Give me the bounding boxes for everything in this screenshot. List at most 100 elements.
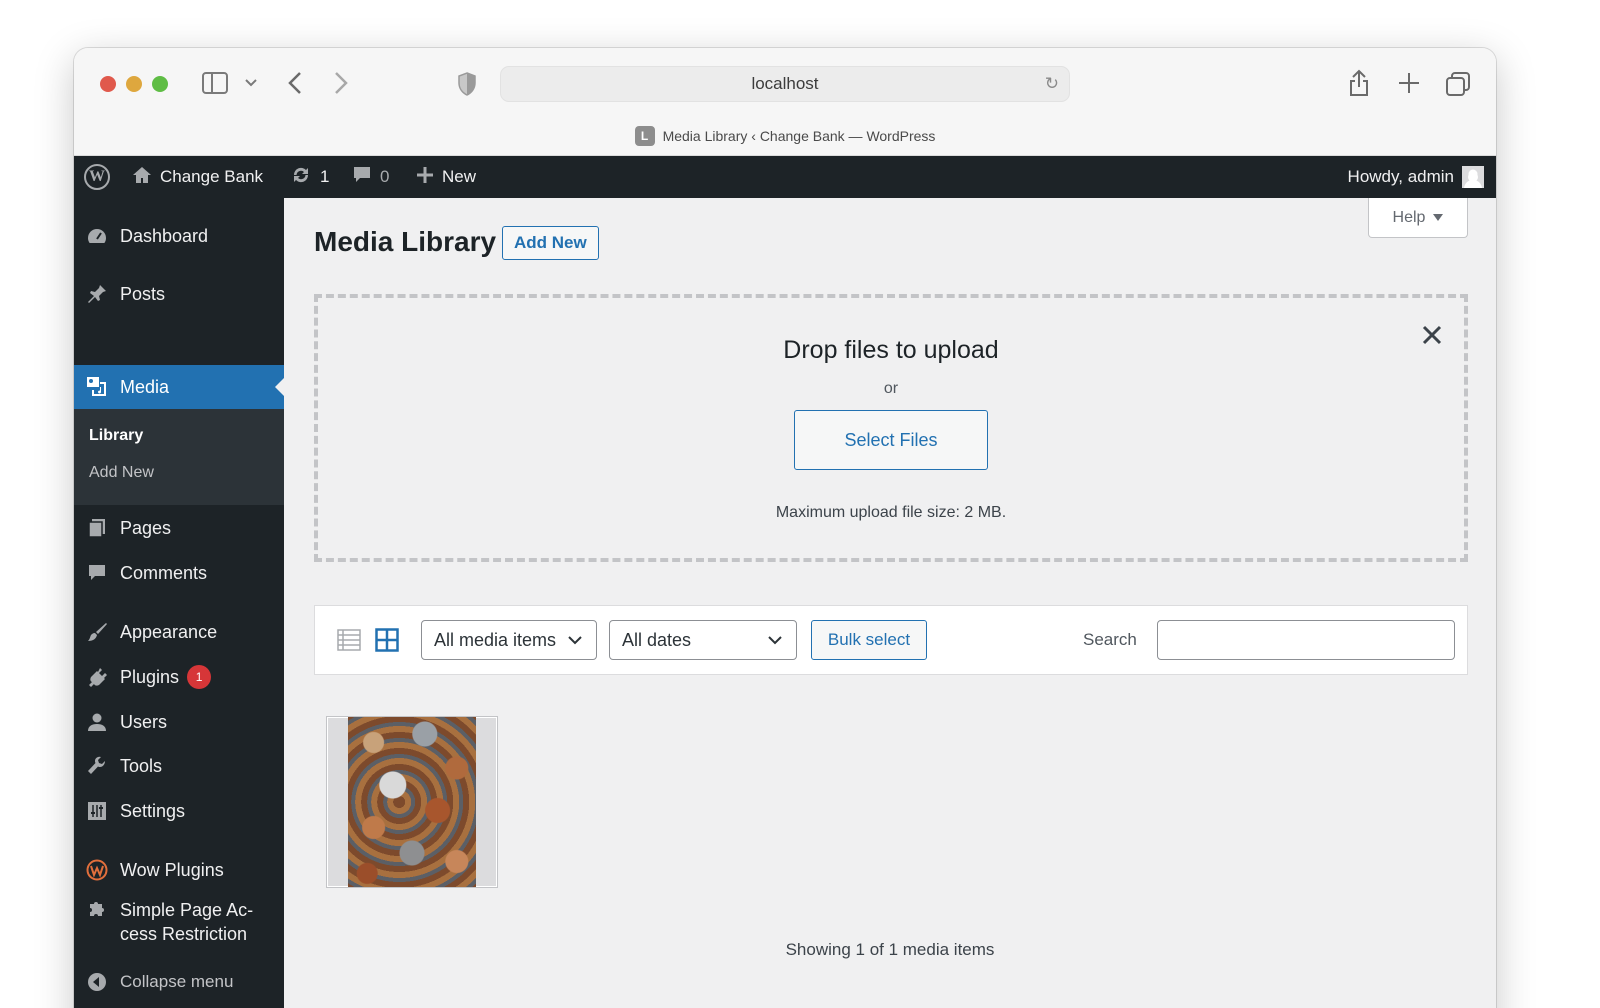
new-tab-icon[interactable] bbox=[1394, 66, 1424, 100]
address-bar[interactable]: localhost ↻ bbox=[500, 66, 1070, 102]
sidebar-label-users: Users bbox=[120, 711, 168, 732]
wordpress-logo-icon[interactable]: W bbox=[84, 156, 112, 198]
close-window-button[interactable] bbox=[100, 76, 116, 92]
chevron-down-icon bbox=[566, 631, 584, 649]
sidebar-item-dashboard[interactable]: Dashboard bbox=[74, 220, 284, 252]
grid-view-icon[interactable] bbox=[375, 628, 399, 652]
puzzle-icon bbox=[74, 898, 120, 920]
active-tab[interactable]: L Media Library ‹ Change Bank — WordPres… bbox=[74, 126, 1496, 146]
media-count-text: Showing 1 of 1 media items bbox=[785, 940, 995, 959]
browser-toolbar: localhost ↻ L Media Library ‹ Change Ban… bbox=[74, 48, 1496, 156]
sidebar-item-simple-page-access[interactable]: Simple Page Ac- cess Restriction bbox=[74, 898, 284, 948]
new-label: New bbox=[442, 167, 477, 186]
home-icon bbox=[132, 165, 152, 190]
pages-icon bbox=[74, 518, 120, 538]
media-thumbnail[interactable] bbox=[326, 716, 498, 888]
main-content: Media Library Add New Help Drop files to… bbox=[284, 198, 1496, 1008]
site-name-link[interactable]: Change Bank bbox=[132, 156, 263, 198]
sidebar-item-appearance[interactable]: Appearance bbox=[74, 616, 284, 648]
media-search-input[interactable] bbox=[1157, 620, 1455, 660]
select-files-button[interactable]: Select Files bbox=[794, 410, 988, 470]
list-view-icon[interactable] bbox=[337, 628, 361, 652]
sidebar-label-comments: Comments bbox=[120, 562, 208, 583]
sidebar-label-simple-page-access: Simple Page Ac- cess Restriction bbox=[120, 898, 253, 946]
wow-logo-icon bbox=[74, 859, 120, 881]
reload-icon[interactable]: ↻ bbox=[1045, 74, 1059, 94]
simple-page-line2: cess Restriction bbox=[120, 924, 248, 944]
upload-dropzone[interactable]: Drop files to upload or Select Files Max… bbox=[314, 294, 1468, 562]
sidebar-toggle-icon[interactable] bbox=[202, 72, 228, 94]
bulk-select-button[interactable]: Bulk select bbox=[811, 620, 927, 660]
submenu-item-add-new[interactable]: Add New bbox=[89, 464, 154, 482]
collapse-arrow-icon bbox=[74, 972, 120, 992]
sidebar-item-posts[interactable]: Posts bbox=[74, 278, 284, 310]
account-menu[interactable]: Howdy, admin bbox=[1348, 156, 1484, 198]
privacy-shield-icon[interactable] bbox=[456, 72, 478, 96]
tab-title: Media Library ‹ Change Bank — WordPress bbox=[662, 128, 936, 144]
sidebar-label-plugins: Plugins bbox=[120, 666, 180, 687]
date-filter-value: All dates bbox=[622, 629, 692, 650]
sidebar-item-users[interactable]: Users bbox=[74, 706, 284, 738]
updates-icon bbox=[290, 165, 312, 190]
date-filter[interactable]: All dates bbox=[609, 620, 797, 660]
page-title: Media Library bbox=[314, 226, 497, 257]
tab-overview-icon[interactable] bbox=[1444, 70, 1472, 98]
url-text: localhost bbox=[751, 74, 819, 93]
howdy-text: Howdy, admin bbox=[1347, 167, 1454, 186]
sidebar-item-wow-plugins[interactable]: Wow Plugins bbox=[74, 854, 284, 886]
minimize-window-button[interactable] bbox=[126, 76, 142, 92]
sidebar-item-settings[interactable]: Settings bbox=[74, 795, 284, 827]
user-icon bbox=[74, 712, 120, 732]
sidebar-label-pages: Pages bbox=[120, 517, 172, 538]
chevron-down-icon[interactable] bbox=[242, 70, 260, 96]
paintbrush-icon bbox=[74, 622, 120, 642]
dropzone-or: or bbox=[883, 380, 899, 397]
dropzone-title: Drop files to upload bbox=[783, 336, 999, 364]
media-type-filter-value: All media items bbox=[434, 629, 557, 650]
sidebar-label-posts: Posts bbox=[120, 283, 166, 304]
updates-count: 1 bbox=[320, 167, 330, 186]
dashboard-gauge-icon bbox=[74, 226, 120, 246]
media-type-filter[interactable]: All media items bbox=[421, 620, 597, 660]
add-new-button[interactable]: Add New bbox=[502, 226, 599, 260]
avatar bbox=[1462, 166, 1484, 188]
coins-image bbox=[348, 717, 476, 887]
submenu-item-library[interactable]: Library bbox=[89, 427, 143, 445]
comments-link[interactable]: 0 bbox=[352, 156, 389, 198]
plug-icon bbox=[74, 667, 120, 687]
site-favicon: L bbox=[634, 126, 655, 146]
share-icon[interactable] bbox=[1346, 68, 1372, 98]
forward-icon[interactable] bbox=[326, 66, 356, 100]
sidebar-label-appearance: Appearance bbox=[120, 621, 218, 642]
zoom-window-button[interactable] bbox=[152, 76, 168, 92]
sidebar-item-plugins[interactable]: Plugins 1 bbox=[74, 661, 284, 693]
settings-sliders-icon bbox=[74, 801, 120, 821]
updates-link[interactable]: 1 bbox=[290, 156, 329, 198]
caret-down-icon bbox=[1433, 209, 1444, 227]
collapse-menu-button[interactable]: Collapse menu bbox=[74, 966, 284, 998]
simple-page-line1: Simple Page Ac- bbox=[120, 900, 254, 920]
browser-window: localhost ↻ L Media Library ‹ Change Ban… bbox=[74, 48, 1496, 1008]
sidebar-label-media: Media bbox=[120, 376, 170, 397]
comments-count: 0 bbox=[380, 167, 390, 186]
sidebar-item-media[interactable]: Media bbox=[74, 365, 284, 409]
site-name: Change Bank bbox=[160, 167, 264, 186]
wp-admin-bar: W Change Bank 1 0 New Howdy, admin bbox=[74, 156, 1496, 198]
back-icon[interactable] bbox=[280, 66, 310, 100]
admin-sidebar: Dashboard Posts Media Library Add New Pa… bbox=[74, 198, 284, 1008]
max-upload-size: Maximum upload file size: 2 MB. bbox=[775, 504, 1007, 521]
sidebar-item-pages[interactable]: Pages bbox=[74, 512, 284, 544]
chevron-down-icon bbox=[766, 631, 784, 649]
collapse-menu-label: Collapse menu bbox=[120, 972, 234, 991]
sidebar-item-tools[interactable]: Tools bbox=[74, 750, 284, 782]
plus-icon bbox=[416, 166, 434, 189]
help-label: Help bbox=[1392, 208, 1426, 226]
sidebar-label-dashboard: Dashboard bbox=[120, 225, 209, 246]
sidebar-label-tools: Tools bbox=[120, 755, 163, 776]
media-submenu: Library Add New bbox=[74, 409, 284, 505]
search-label: Search bbox=[1083, 630, 1137, 649]
new-content-link[interactable]: New bbox=[416, 156, 476, 198]
media-toolbar: All media items All dates Bulk select Se… bbox=[314, 605, 1468, 675]
help-tab-button[interactable]: Help bbox=[1368, 198, 1468, 238]
sidebar-item-comments[interactable]: Comments bbox=[74, 557, 284, 589]
